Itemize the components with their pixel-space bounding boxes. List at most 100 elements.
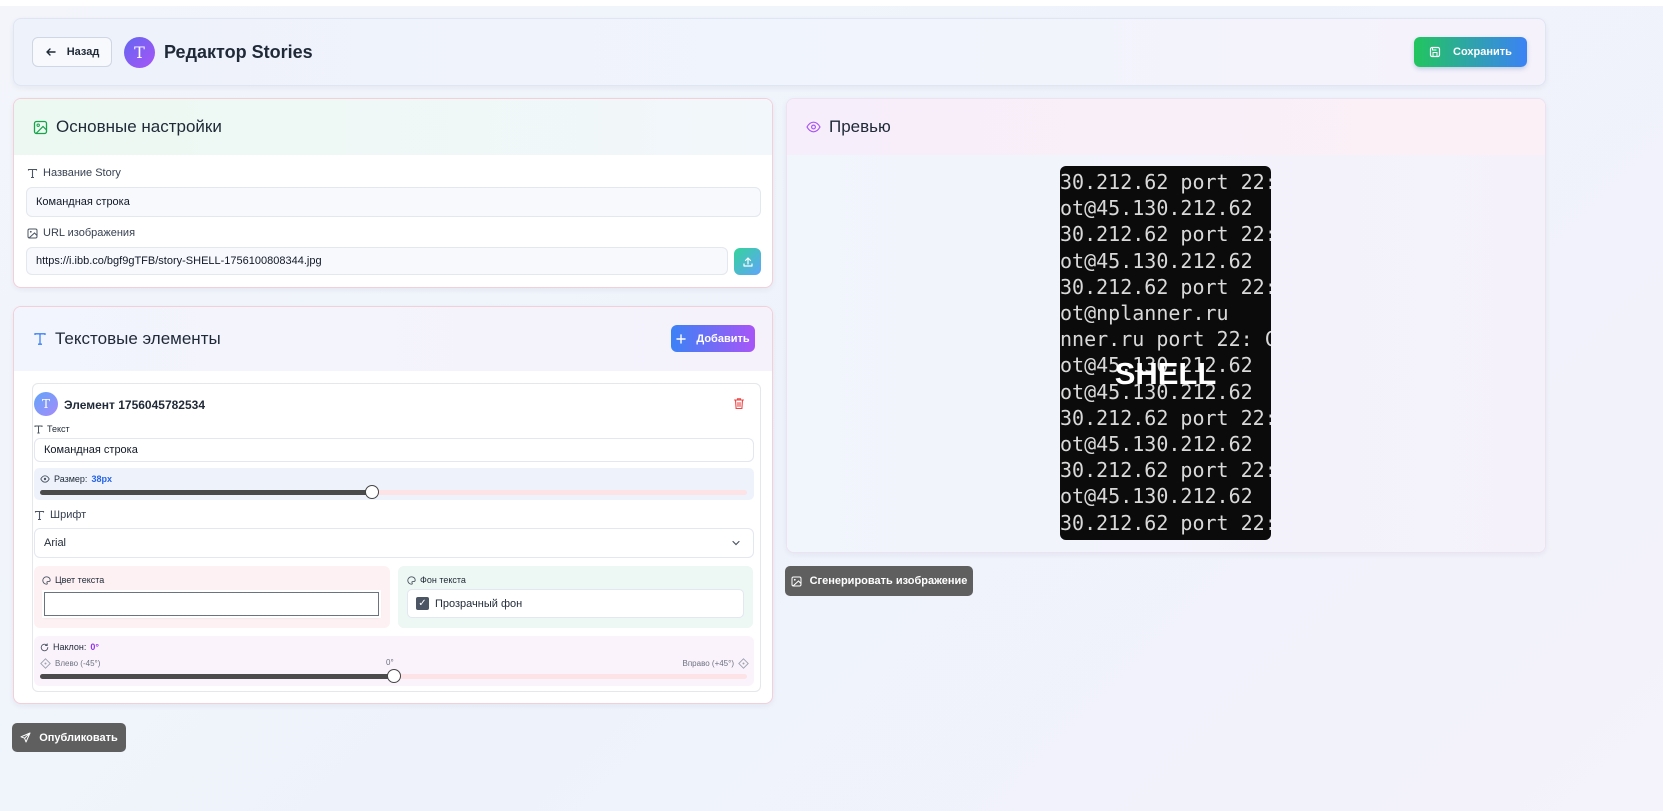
type-icon	[27, 168, 38, 178]
terminal-line: ot@45.130.212.62	[1060, 248, 1253, 273]
transparent-bg-checkbox-row[interactable]: ✓ Прозрачный фон	[407, 589, 744, 618]
tilt-label: Наклон: 0°	[40, 642, 99, 652]
save-button[interactable]: Сохранить	[1414, 37, 1527, 67]
size-slider[interactable]	[40, 485, 747, 499]
preview-title: Превью	[829, 117, 891, 136]
terminal-line: ot@45.130.212.62	[1060, 484, 1253, 509]
text-background-label: Фон текста	[407, 575, 466, 585]
settings-card-header: Основные настройки	[14, 99, 772, 155]
story-name-input[interactable]: Командная строка	[26, 187, 761, 217]
text-color-label: Цвет текста	[42, 575, 104, 585]
add-element-button[interactable]: Добавить	[671, 325, 755, 352]
generate-image-button[interactable]: Сгенерировать изображение	[785, 566, 973, 596]
top-strip	[0, 0, 1663, 6]
rotate-right-icon	[738, 658, 749, 669]
type-icon	[34, 333, 46, 345]
font-select[interactable]: Arial	[34, 528, 754, 558]
tilt-left-label: Влево (-45°)	[40, 658, 100, 669]
terminal-line: 30.212.62 port 22:	[1060, 274, 1271, 299]
terminal-line: 30.212.62 port 22:	[1060, 222, 1271, 247]
terminal-line: nner.ru port 22: C	[1060, 327, 1271, 352]
terminal-line: ot@45.130.212.62	[1060, 432, 1253, 456]
chevron-down-icon	[732, 540, 740, 546]
story-preview-text: SHELL	[1114, 356, 1217, 391]
tilt-value: 0°	[90, 642, 99, 652]
back-button[interactable]: Назад	[32, 37, 112, 67]
eye-icon	[806, 121, 821, 133]
element-text-input[interactable]: Командная строка	[34, 438, 754, 462]
element-title: Элемент 1756045782534	[64, 398, 205, 412]
send-icon	[20, 732, 31, 743]
text-color-input[interactable]	[44, 592, 379, 616]
back-label: Назад	[66, 46, 100, 58]
tilt-slider-thumb[interactable]	[387, 669, 401, 683]
settings-card: Основные настройки Название Story Команд…	[13, 98, 773, 288]
element-text-label: Текст	[34, 424, 70, 434]
image-icon	[791, 576, 802, 586]
story-preview-image: 30.212.62 port 22: ot@45.130.212.62 30.212…	[1060, 166, 1271, 540]
settings-title: Основные настройки	[56, 117, 222, 136]
terminal-line: 30.212.62 port 22:	[1060, 405, 1271, 430]
tilt-panel: Наклон: 0° Влево (-45°) 0° Вправо (+45°)	[34, 636, 754, 686]
tilt-slider[interactable]	[40, 669, 747, 683]
tilt-center-label: 0°	[386, 658, 394, 667]
text-background-label-text: Фон текста	[420, 575, 466, 585]
image-icon	[27, 228, 38, 238]
element-text-label-text: Текст	[47, 424, 70, 434]
terminal-line: 30.212.62 port 22:	[1060, 458, 1271, 483]
eye-icon	[40, 475, 50, 483]
size-label: Размер: 38px	[40, 474, 112, 484]
image-icon	[33, 120, 48, 134]
terminal-line: ot@nplanner.ru	[1060, 301, 1229, 325]
trash-icon[interactable]	[733, 397, 745, 410]
save-icon	[1429, 46, 1441, 58]
text-color-panel: Цвет текста	[34, 566, 390, 628]
text-elements-title: Текстовые элементы	[55, 329, 221, 348]
image-url-label: URL изображения	[27, 227, 135, 239]
terminal-line: 30.212.62 port 22:	[1060, 170, 1271, 194]
tilt-right-label: Вправо (+45°)	[683, 658, 750, 669]
element-text-value: Командная строка	[44, 444, 138, 456]
rotate-left-icon	[40, 658, 51, 669]
preview-body: 30.212.62 port 22: ot@45.130.212.62 30.212…	[787, 155, 1545, 552]
font-value: Arial	[44, 537, 67, 549]
image-url-value: https://i.ibb.co/bgf9gTFB/story-SHELL-17…	[36, 255, 322, 267]
story-name-label-text: Название Story	[43, 167, 121, 179]
palette-icon	[407, 575, 416, 585]
tilt-center-text: 0°	[386, 658, 394, 667]
size-slider-row: Размер: 38px	[34, 468, 754, 500]
text-elements-header: Текстовые элементы	[14, 307, 772, 371]
preview-header: Превью	[787, 99, 1545, 155]
text-color-label-text: Цвет текста	[55, 575, 105, 585]
text-element-item: T Элемент 1756045782534 Текст Командная …	[32, 383, 761, 692]
palette-icon	[42, 575, 51, 585]
size-slider-thumb[interactable]	[365, 485, 379, 499]
size-label-text: Размер:	[54, 474, 88, 484]
terminal-line: ot@45.130.212.62	[1060, 196, 1253, 221]
type-icon	[34, 510, 45, 520]
story-name-value: Командная строка	[36, 196, 130, 208]
type-icon	[34, 425, 43, 433]
transparent-bg-label: Прозрачный фон	[435, 597, 523, 610]
font-label: Шрифт	[34, 509, 86, 521]
text-background-panel: Фон текста ✓ Прозрачный фон	[398, 566, 753, 628]
text-elements-card: Текстовые элементы Добавить T Элемент 17…	[13, 306, 773, 704]
add-element-label: Добавить	[696, 332, 750, 345]
rotate-icon	[40, 642, 49, 651]
header: Назад T Редактор Stories Сохранить	[13, 18, 1546, 86]
size-value: 38px	[91, 474, 112, 484]
upload-button[interactable]	[734, 248, 761, 275]
size-slider-fill	[40, 490, 372, 495]
terminal-line: 30.212.62 port 22:	[1060, 510, 1271, 535]
tilt-label-text: Наклон:	[53, 642, 87, 652]
image-url-input[interactable]: https://i.ibb.co/bgf9gTFB/story-SHELL-17…	[26, 247, 728, 275]
plus-icon	[676, 333, 687, 344]
page-title: Редактор Stories	[164, 42, 313, 62]
tilt-slider-fill	[40, 674, 394, 679]
element-avatar: T	[34, 392, 58, 416]
transparent-bg-checkbox[interactable]: ✓	[416, 597, 429, 610]
publish-button[interactable]: Опубликовать	[12, 723, 126, 752]
logo: T	[124, 37, 155, 68]
save-label: Сохранить	[1453, 46, 1512, 58]
tilt-left-text: Влево (-45°)	[55, 659, 101, 668]
